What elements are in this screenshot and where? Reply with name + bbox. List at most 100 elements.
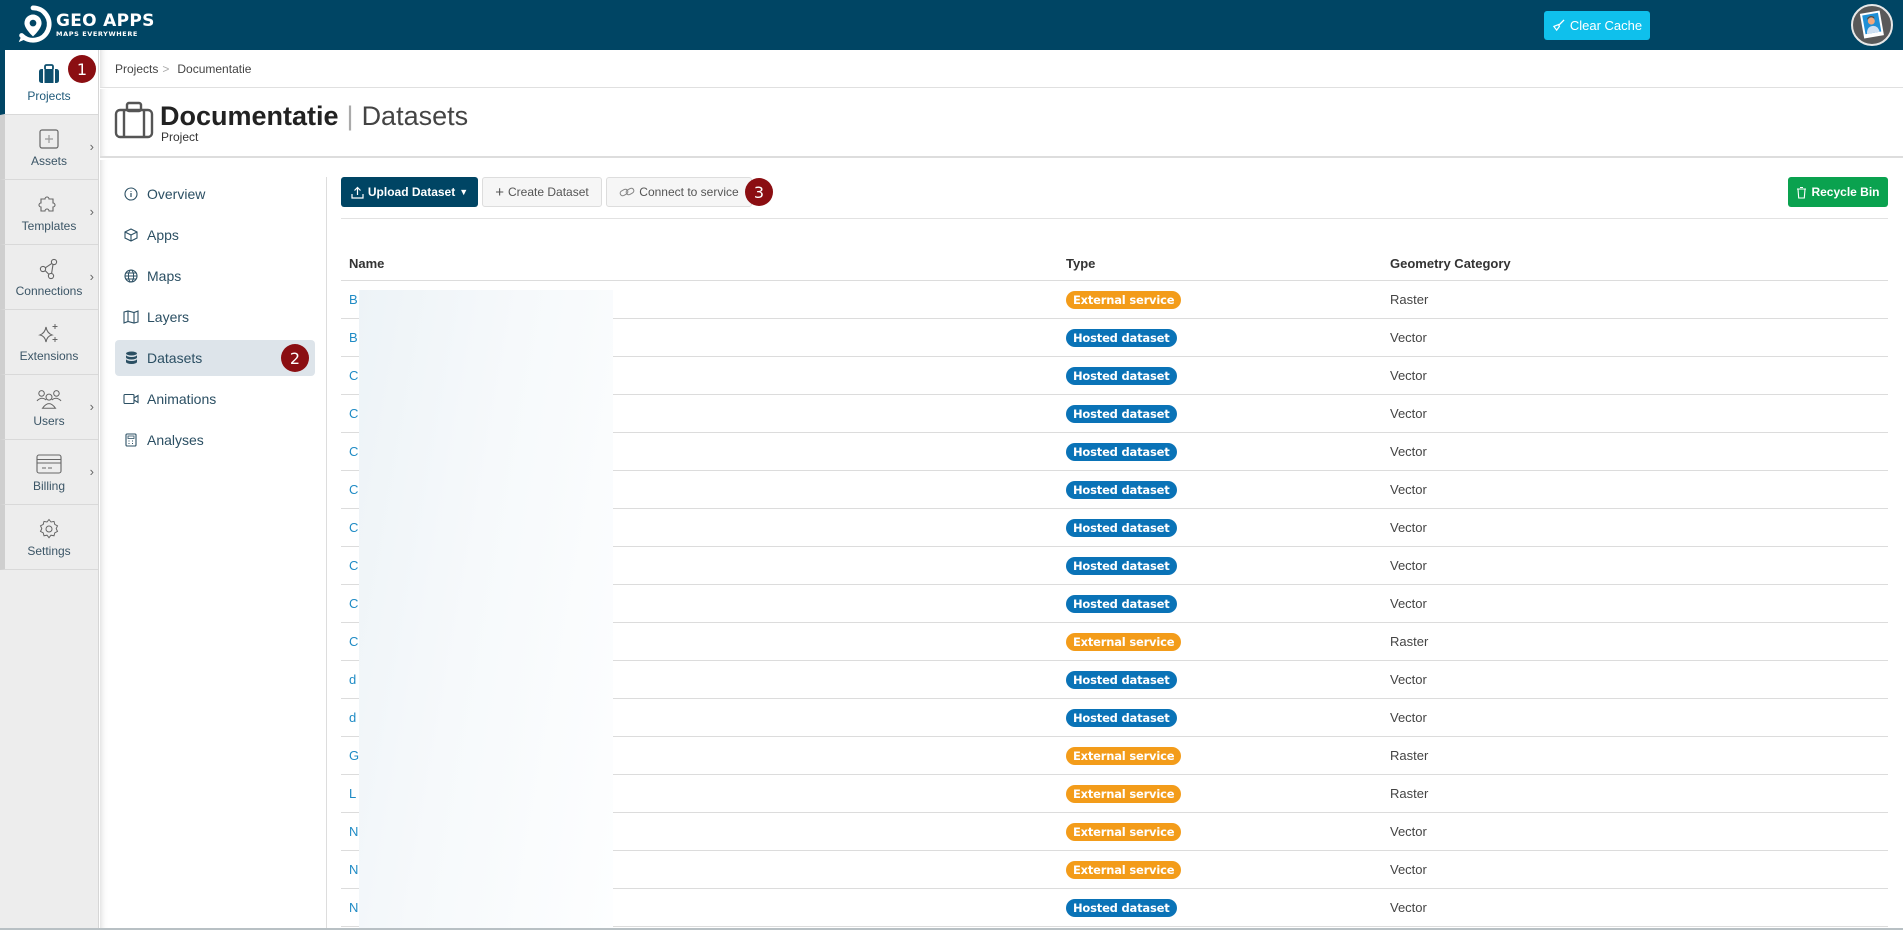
geometry-category-cell: Vector [1390,596,1427,611]
geometry-category-cell: Vector [1390,900,1427,915]
page-title: Documentatie [160,101,339,131]
subnav-item-label: Datasets [147,350,203,366]
connect-to-service-button[interactable]: Connect to service [606,177,752,207]
broom-icon [1552,19,1565,32]
type-cell: Hosted dataset [1066,670,1390,689]
column-header-name[interactable]: Name [341,256,1066,271]
breadcrumb-current: Documentatie [177,61,252,76]
subnav-item-label: Layers [147,309,190,325]
subnav-item-animations[interactable]: Animations [115,381,315,417]
subnav-item-label: Analyses [147,432,204,448]
sidebar-item-label: Templates [21,218,77,233]
trash-icon [1797,186,1807,199]
credit-card-icon [36,452,62,476]
geometry-category-cell: Vector [1390,710,1427,725]
geometry-category-cell: Vector [1390,520,1427,535]
geometry-category-cell: Vector [1390,672,1427,687]
column-header-geometry[interactable]: Geometry Category [1390,256,1888,271]
sidebar-item-assets[interactable]: Assets › [0,115,98,180]
dataset-type-badge: External service [1066,860,1182,879]
subnav-item-maps[interactable]: Maps [115,258,315,294]
sparkle-icon [36,322,62,346]
chevron-right-icon: › [89,139,94,154]
column-header-type[interactable]: Type [1066,256,1390,271]
type-cell: Hosted dataset [1066,404,1390,423]
subnav-item-overview[interactable]: Overview [115,176,315,212]
geometry-category-cell: Raster [1390,634,1429,649]
plus-icon: + [495,183,505,201]
subnav-item-label: Apps [147,227,179,243]
clear-cache-button[interactable]: Clear Cache [1544,11,1650,40]
page-header: Documentatie | Datasets Project [100,89,1903,158]
subnav-divider [326,177,327,930]
dataset-type-badge: External service [1066,290,1182,309]
user-photo-icon [1859,10,1884,39]
type-cell: Hosted dataset [1066,518,1390,537]
sidebar-item-templates[interactable]: Templates › [0,180,98,245]
sidebar-item-label: Assets [30,153,67,168]
sidebar-item-label: Extensions [19,348,79,363]
dataset-type-badge: Hosted dataset [1066,670,1177,689]
sidebar-item-label: Connections [15,283,83,298]
recycle-bin-button[interactable]: Recycle Bin [1788,177,1888,207]
clear-cache-label: Clear Cache [1569,18,1643,33]
user-avatar[interactable] [1851,4,1893,46]
connect-to-service-label: Connect to service [639,185,739,199]
sidebar-item-extensions[interactable]: Extensions [0,310,98,375]
type-cell: External service [1066,784,1390,803]
geometry-category-cell: Vector [1390,824,1427,839]
subnav-item-datasets[interactable]: Datasets 2 [115,340,315,376]
puzzle-icon [36,192,62,216]
dataset-type-badge: External service [1066,822,1182,841]
chevron-right-icon: › [89,464,94,479]
dataset-type-badge: Hosted dataset [1066,518,1177,537]
subnav-item-apps[interactable]: Apps [115,217,315,253]
geometry-category-cell: Vector [1390,444,1427,459]
info-icon [123,186,139,202]
geometry-category-cell: Vector [1390,482,1427,497]
type-cell: Hosted dataset [1066,556,1390,575]
upload-icon [351,186,364,199]
toolbar-divider [341,218,1888,219]
upload-dataset-label: Upload Dataset [367,185,456,199]
sidebar-item-connections[interactable]: Connections › [0,245,98,310]
subnav-item-analyses[interactable]: Analyses [115,422,315,458]
dataset-type-badge: Hosted dataset [1066,708,1177,727]
breadcrumb-projects-link[interactable]: Projects [115,62,158,76]
dataset-type-badge: Hosted dataset [1066,898,1177,917]
subnav-item-label: Animations [147,391,217,407]
sidebar-item-users[interactable]: Users › [0,375,98,440]
sidebar-item-label: Users [33,413,65,428]
map-icon [123,309,139,325]
geometry-category-cell: Raster [1390,748,1429,763]
logo-title: GEO APPS [56,10,155,31]
subnav-item-label: Overview [147,186,206,202]
create-dataset-label: Create Dataset [508,185,589,199]
subnav-item-layers[interactable]: Layers [115,299,315,335]
breadcrumb: Projects > Documentatie [100,50,1903,88]
sidebar-item-billing[interactable]: Billing › [0,440,98,505]
main-sidebar: Projects 1 Assets › Templates › Connecti… [0,50,99,930]
redaction-overlay [359,290,613,930]
geometry-category-cell: Vector [1390,368,1427,383]
dataset-type-badge: Hosted dataset [1066,366,1177,385]
top-bar: GEO APPS MAPS EVERYWHERE Clear Cache [0,0,1903,50]
users-icon [36,387,62,411]
sidebar-item-label: Billing [32,478,65,493]
page-section-title: Datasets [361,101,469,131]
type-cell: Hosted dataset [1066,708,1390,727]
briefcase-icon [36,62,62,86]
dataset-type-badge: Hosted dataset [1066,404,1177,423]
chevron-right-icon: › [89,204,94,219]
type-cell: Hosted dataset [1066,442,1390,461]
sidebar-item-settings[interactable]: Settings [0,505,98,570]
calculator-icon [123,432,139,448]
type-cell: Hosted dataset [1066,594,1390,613]
plus-square-icon [36,127,62,151]
create-dataset-button[interactable]: + Create Dataset [482,177,602,207]
upload-dataset-button[interactable]: Upload Dataset ▼ [341,177,478,207]
sidebar-item-projects[interactable]: Projects 1 [0,50,98,115]
dataset-type-badge: Hosted dataset [1066,328,1177,347]
geometry-category-cell: Vector [1390,862,1427,877]
geo-apps-logo[interactable]: GEO APPS MAPS EVERYWHERE [14,5,155,45]
